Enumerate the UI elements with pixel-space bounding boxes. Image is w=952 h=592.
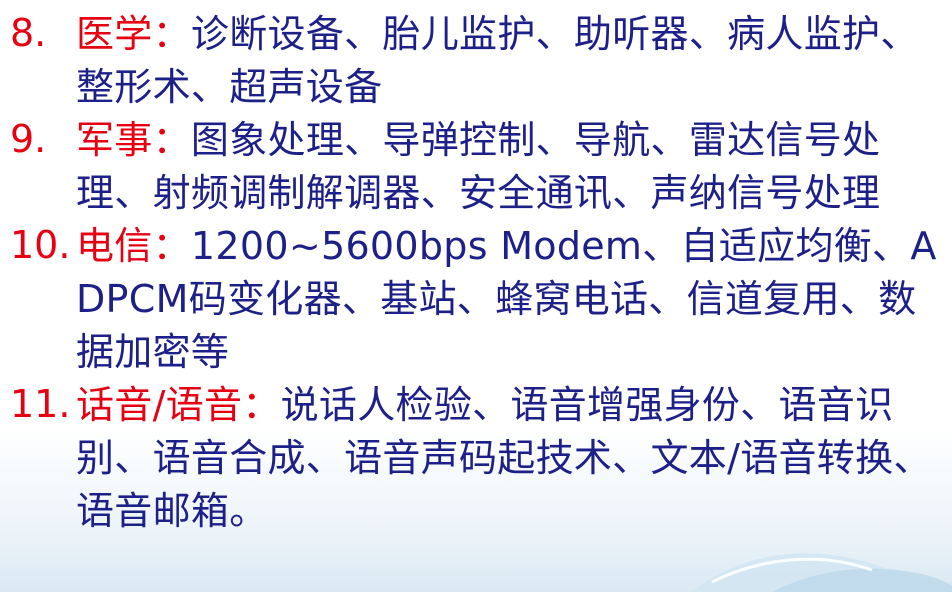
slide: 8. 医学：诊断设备、胎儿监护、助听器、病人监护、整形术、超声设备 9. 军事：… [0, 0, 952, 592]
item-number: 10. [10, 223, 71, 267]
item-separator: ： [152, 12, 191, 56]
item-separator: ： [152, 118, 191, 162]
item-separator: ： [152, 224, 191, 268]
item-body: 军事：图象处理、导弹控制、导航、雷达信号处理、射频调制解调器、安全通讯、声纳信号… [76, 114, 944, 220]
item-category: 医学 [76, 12, 153, 56]
item-number: 11. [10, 382, 71, 426]
list-item-medical: 8. 医学：诊断设备、胎儿监护、助听器、病人监护、整形术、超声设备 [0, 8, 944, 114]
item-number: 9. [10, 117, 47, 161]
item-number: 8. [10, 11, 47, 55]
item-category: 电信 [76, 224, 153, 268]
application-list: 8. 医学：诊断设备、胎儿监护、助听器、病人监护、整形术、超声设备 9. 军事：… [0, 8, 944, 538]
list-item-speech: 11. 话音/语音：说话人检验、语音增强身份、语音识别、语音合成、语音声码起技术… [0, 379, 944, 538]
item-content: 诊断设备、胎儿监护、助听器、病人监护、整形术、超声设备 [76, 12, 919, 109]
item-content: 图象处理、导弹控制、导航、雷达信号处理、射频调制解调器、安全通讯、声纳信号处理 [76, 118, 881, 215]
list-item-military: 9. 军事：图象处理、导弹控制、导航、雷达信号处理、射频调制解调器、安全通讯、声… [0, 114, 944, 220]
item-body: 电信：1200~5600bps Modem、自适应均衡、ADPCM码变化器、基站… [76, 220, 944, 379]
list-item-telecom: 10. 电信：1200~5600bps Modem、自适应均衡、ADPCM码变化… [0, 220, 944, 379]
item-body: 话音/语音：说话人检验、语音增强身份、语音识别、语音合成、语音声码起技术、文本/… [76, 379, 944, 538]
item-separator: ： [242, 383, 281, 427]
item-content: 1200~5600bps Modem、自适应均衡、ADPCM码变化器、基站、蜂窝… [76, 224, 937, 374]
item-category: 军事 [76, 118, 153, 162]
item-category: 话音/语音 [76, 383, 243, 427]
item-body: 医学：诊断设备、胎儿监护、助听器、病人监护、整形术、超声设备 [76, 8, 944, 114]
